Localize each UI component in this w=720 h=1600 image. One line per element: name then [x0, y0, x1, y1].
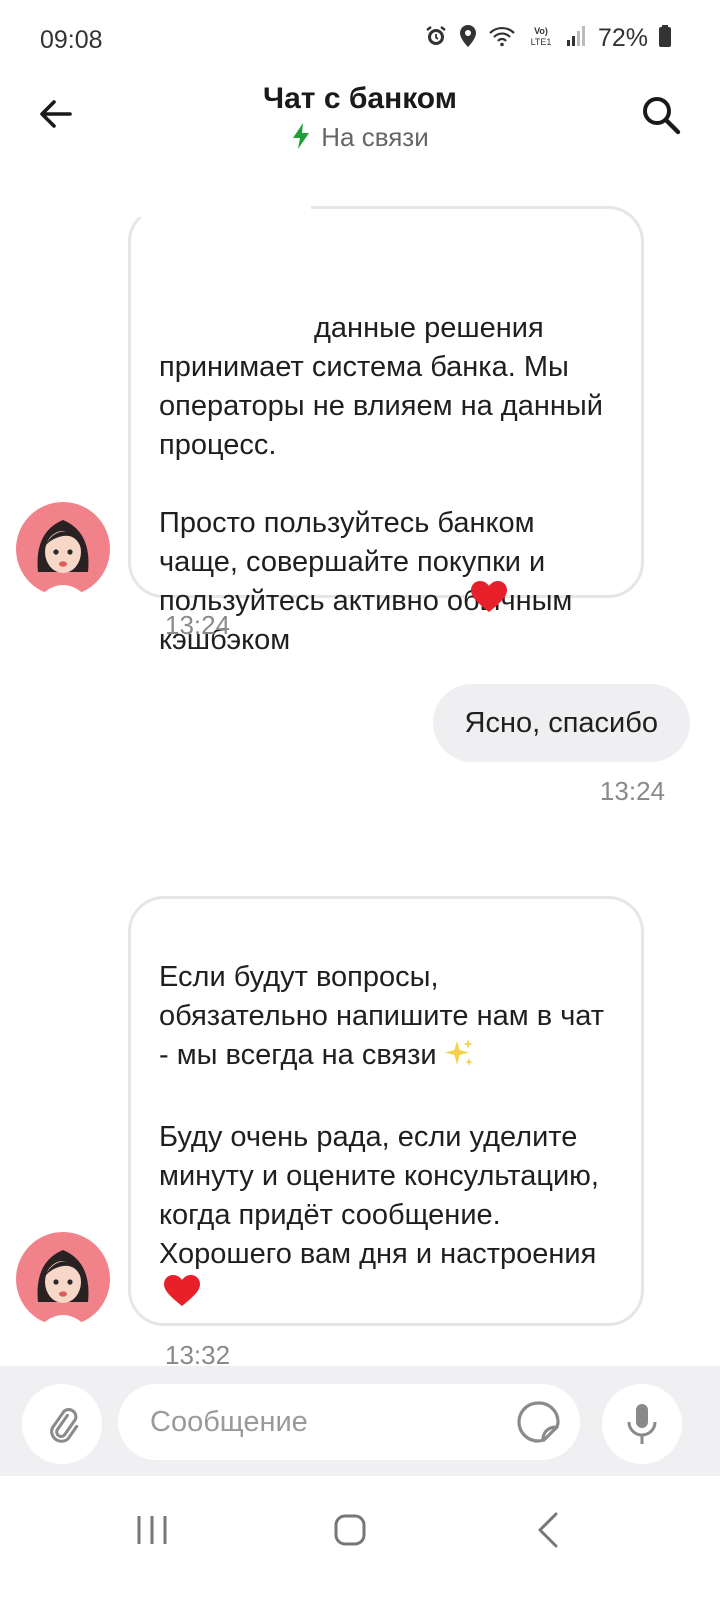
operator-avatar: [16, 1232, 110, 1326]
bubble-clip: [131, 205, 311, 217]
status-icons: Vo) LTE1 72%: [424, 24, 672, 53]
search-button[interactable]: [640, 94, 682, 136]
chat-title: Чат с банком: [263, 82, 457, 115]
status-time: 09:08: [40, 26, 103, 54]
volte-icon: Vo) LTE1: [526, 24, 556, 53]
message-input-wrapper: [118, 1384, 580, 1460]
microphone-button[interactable]: [602, 1384, 682, 1464]
bolt-icon: [291, 122, 311, 157]
chat-header: Чат с банком На связи: [0, 80, 720, 180]
home-button[interactable]: [320, 1500, 380, 1560]
message-bubble-incoming[interactable]: Если будут вопросы, обязательно напишите…: [128, 896, 644, 1326]
message-input[interactable]: [150, 1384, 490, 1460]
signal-icon: [566, 25, 588, 52]
svg-text:Vo): Vo): [534, 26, 548, 36]
system-nav-bar: [0, 1476, 720, 1600]
wifi-icon: [488, 25, 516, 52]
message-time: 13:24: [165, 610, 231, 640]
heart-icon: [163, 1274, 201, 1319]
status-bar: 09:08 Vo) LTE1 72%: [0, 0, 720, 80]
message-text: данные решения принимает система банка. …: [159, 312, 603, 656]
paperclip-icon: [50, 1408, 79, 1443]
chat-status: На связи: [0, 122, 720, 157]
sticker-icon: [517, 1401, 560, 1443]
svg-text:LTE1: LTE1: [531, 37, 552, 47]
recent-apps-button[interactable]: [122, 1500, 182, 1560]
message-text-part2: Буду очень рада, если уделите минуту и о…: [159, 1121, 599, 1270]
back-icon: [538, 1512, 558, 1548]
operator-avatar: [16, 502, 110, 596]
sticker-button[interactable]: [514, 1398, 562, 1446]
message-time: 13:24: [599, 776, 665, 806]
alarm-icon: [424, 24, 448, 53]
back-nav-button[interactable]: [518, 1500, 578, 1560]
battery-percent: 72%: [597, 24, 648, 52]
sparkles-icon: [443, 1038, 475, 1079]
message-text-part1: Если будут вопросы, обязательно напишите…: [159, 961, 605, 1071]
message-text: Ясно, спасибо: [464, 707, 658, 739]
battery-icon: [658, 24, 672, 53]
microphone-icon: [627, 1404, 657, 1444]
location-icon: [458, 24, 478, 53]
message-bubble-incoming[interactable]: данные решения принимает система банка. …: [128, 205, 644, 656]
message-composer: [0, 1366, 720, 1476]
message-bubble-outgoing[interactable]: Ясно, спасибо: [432, 684, 690, 762]
chat-status-label: На связи: [321, 122, 429, 152]
home-icon: [334, 1514, 366, 1546]
attach-button[interactable]: [22, 1384, 102, 1464]
heart-icon: [470, 541, 508, 625]
recent-apps-icon: [137, 1516, 167, 1544]
search-icon: [643, 97, 681, 135]
